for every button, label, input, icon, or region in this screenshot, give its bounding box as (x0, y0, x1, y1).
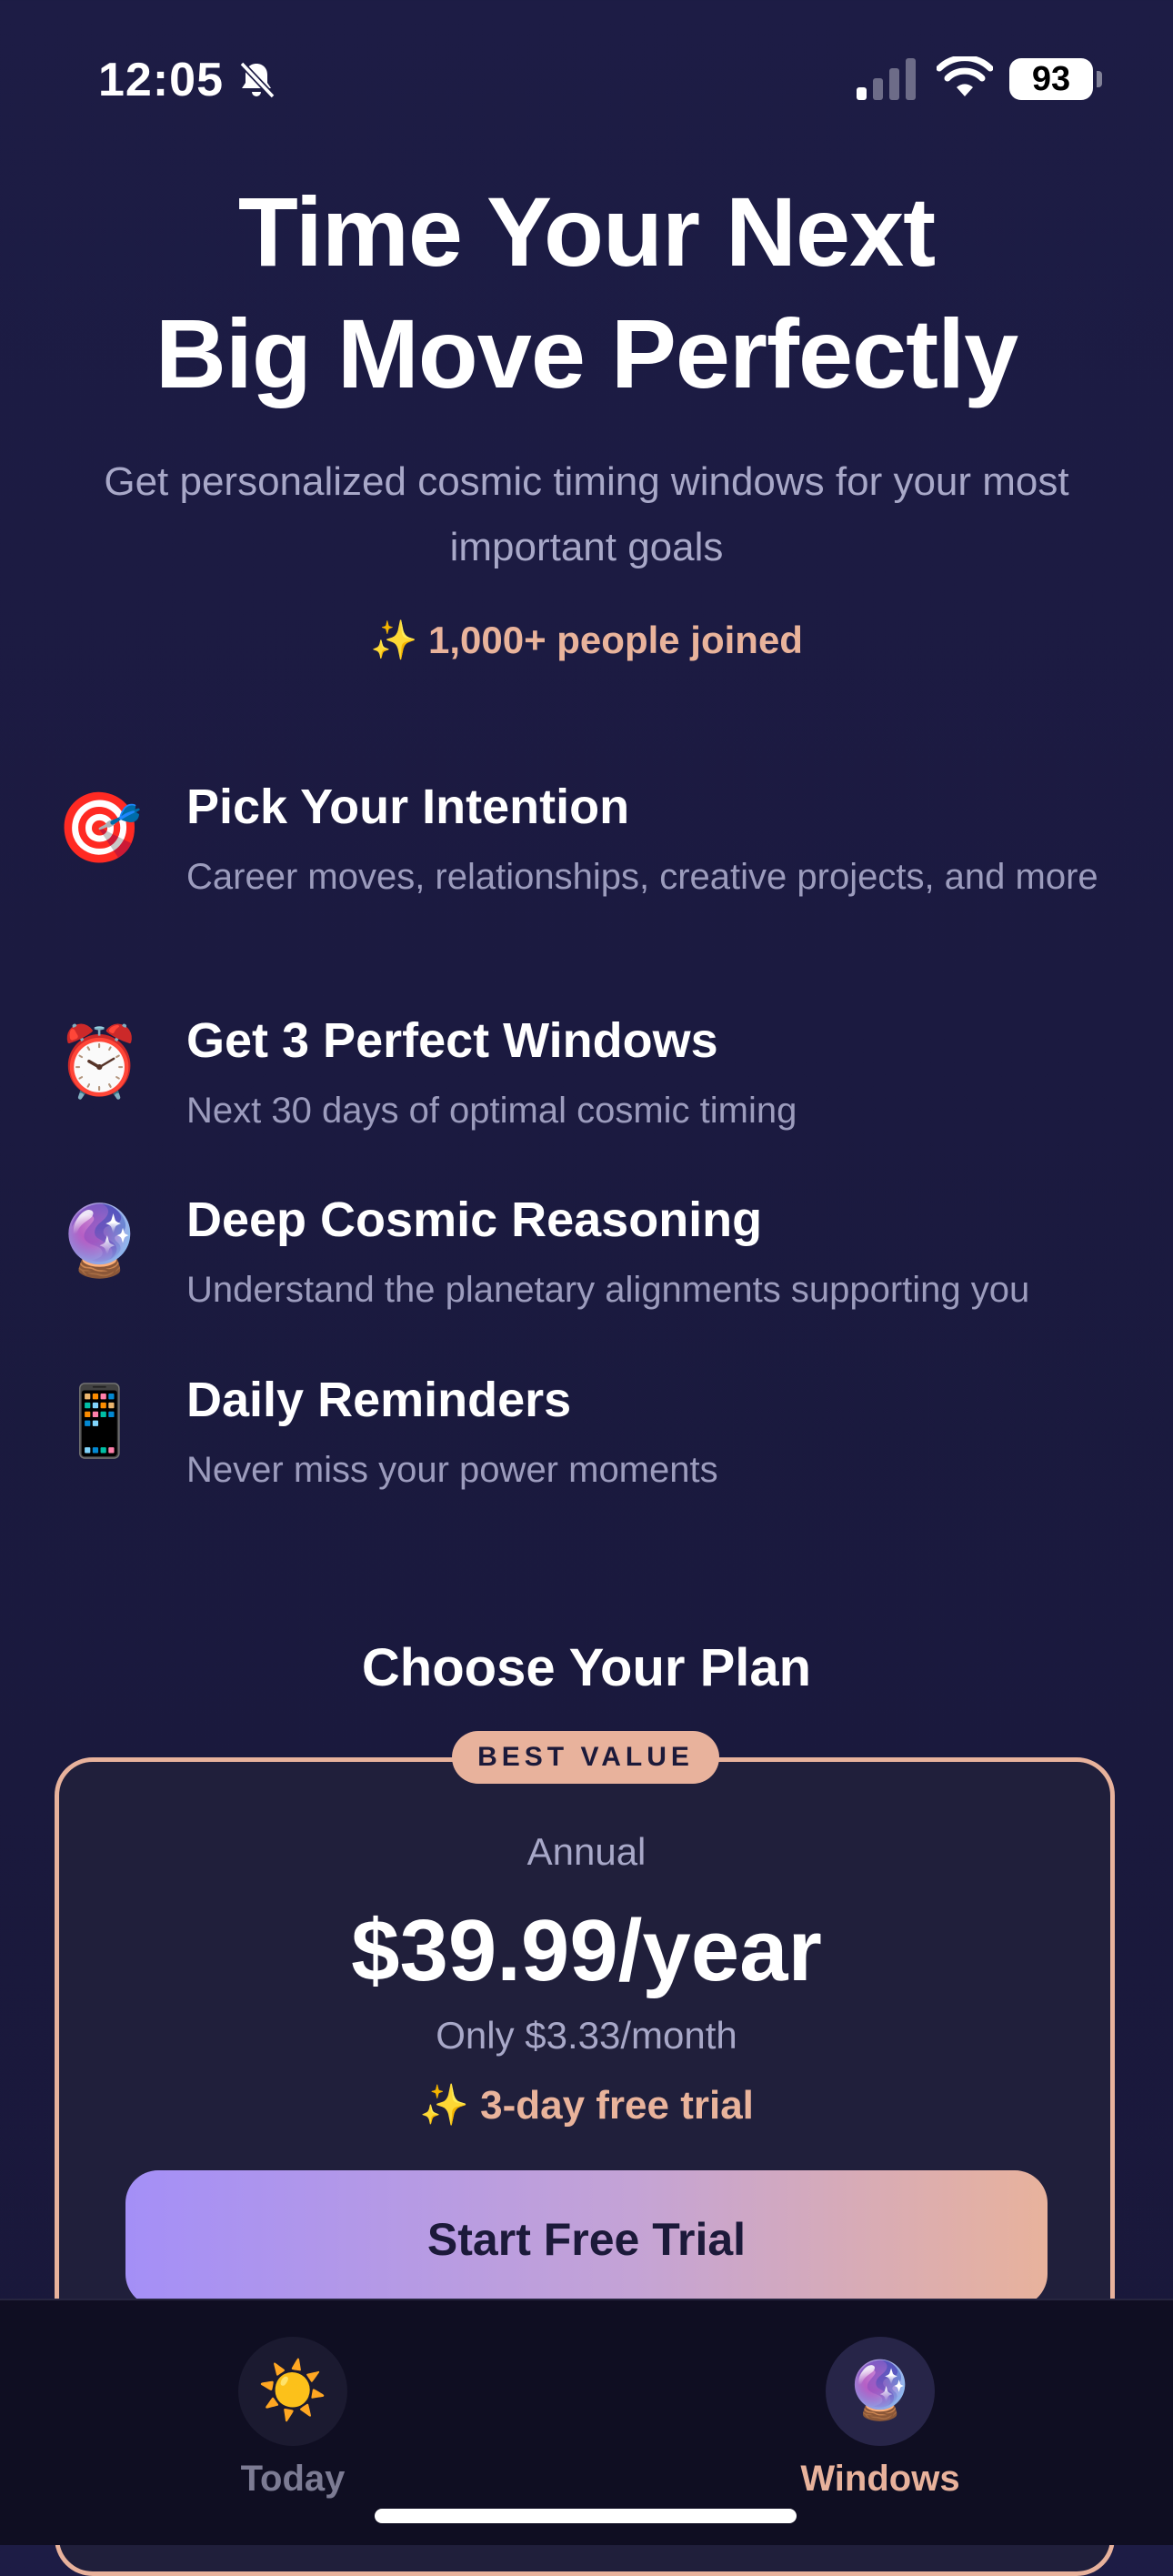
wifi-icon (937, 56, 993, 96)
battery-icon: 93 (1009, 58, 1093, 100)
target-icon: 🎯 (56, 790, 143, 867)
title-line-1: Time Your Next (237, 176, 936, 287)
feature-title: Pick Your Intention (186, 780, 630, 834)
battery-cap (1097, 71, 1102, 87)
plan-price: $39.99/year (351, 1902, 822, 1999)
plan-monthly-price: Only $3.33/month (436, 2014, 737, 2057)
feature-description: Never miss your power moments (186, 1450, 718, 1490)
tab-label: Windows (800, 2459, 960, 2499)
page-title: Time Your Next Big Move Perfectly (0, 171, 1173, 415)
feature-item-reasoning: 🔮 Deep Cosmic Reasoning Understand the p… (56, 1192, 1129, 1319)
feature-title: Daily Reminders (186, 1373, 572, 1427)
feature-title: Get 3 Perfect Windows (186, 1013, 718, 1068)
mobile-phone-icon: 📱 (56, 1383, 143, 1460)
status-bar: 12:05 93 (0, 0, 1173, 155)
feature-description: Next 30 days of optimal cosmic timing (186, 1091, 797, 1131)
status-time: 12:05 (98, 54, 224, 106)
feature-item-intention: 🎯 Pick Your Intention Career moves, rela… (56, 779, 1129, 961)
tab-windows[interactable]: 🔮 Windows (771, 2337, 989, 2510)
social-proof-text: ✨ 1,000+ people joined (370, 619, 803, 661)
tab-today[interactable]: ☀️ Today (184, 2337, 402, 2510)
tab-label: Today (240, 2459, 346, 2499)
home-indicator[interactable] (375, 2509, 797, 2523)
feature-description: Career moves, relationships, creative pr… (186, 857, 1098, 897)
title-line-2: Big Move Perfectly (155, 298, 1018, 408)
alarm-clock-icon: ⏰ (56, 1023, 143, 1101)
free-trial-note: ✨ 3-day free trial (419, 2083, 754, 2128)
bell-slash-icon (239, 61, 276, 99)
page-subtitle: Get personalized cosmic timing windows f… (104, 459, 1069, 569)
feature-description: Understand the planetary alignments supp… (186, 1270, 1030, 1310)
best-value-badge: BEST VALUE (452, 1731, 719, 1784)
feature-title: Deep Cosmic Reasoning (186, 1192, 763, 1247)
plan-heading: Choose Your Plan (361, 1638, 812, 1697)
crystal-ball-icon: 🔮 (56, 1202, 143, 1280)
feature-item-reminders: 📱 Daily Reminders Never miss your power … (56, 1372, 1129, 1499)
cellular-signal-icon (857, 58, 916, 100)
crystal-ball-icon: 🔮 (826, 2337, 935, 2446)
sun-icon: ☀️ (238, 2337, 347, 2446)
start-free-trial-button[interactable]: Start Free Trial (125, 2170, 1048, 2307)
plan-period: Annual (526, 1830, 647, 1873)
feature-item-windows: ⏰ Get 3 Perfect Windows Next 30 days of … (56, 1012, 1129, 1140)
